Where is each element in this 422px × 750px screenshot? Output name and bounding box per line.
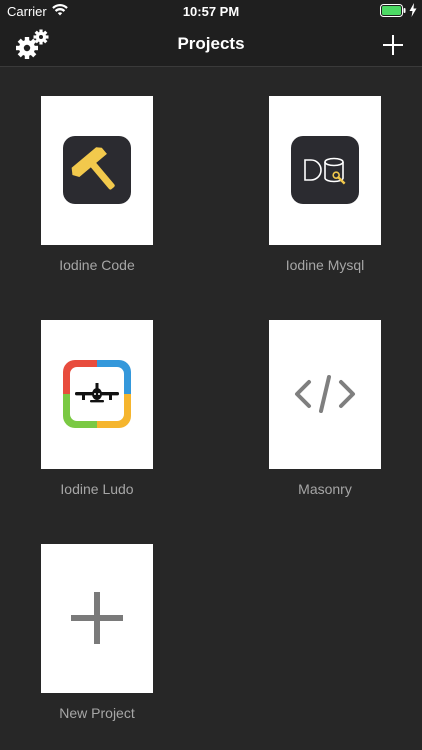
code-brackets-icon: [291, 360, 359, 428]
status-bar: Carrier 10:57 PM: [0, 0, 422, 22]
database-icon: [291, 136, 359, 204]
clock-label: 10:57 PM: [182, 4, 240, 19]
project-thumbnail[interactable]: [41, 96, 153, 245]
hammer-icon: [63, 136, 131, 204]
project-thumbnail[interactable]: [269, 320, 381, 469]
project-label: New Project: [59, 705, 135, 721]
plus-icon: [383, 35, 403, 55]
new-project-card[interactable]: [41, 544, 153, 693]
project-label: Iodine Ludo: [60, 481, 134, 497]
project-thumbnail[interactable]: [41, 320, 153, 469]
navigation-bar: Projects: [0, 22, 422, 67]
projects-screen: Carrier 10:57 PM Projects Iodine Code Io…: [0, 0, 422, 750]
project-tile-iodine-ludo[interactable]: Iodine Ludo: [22, 320, 172, 505]
project-tile-iodine-mysql[interactable]: Iodine Mysql: [250, 96, 400, 281]
project-label: Masonry: [298, 481, 352, 497]
project-tile-masonry[interactable]: Masonry: [250, 320, 400, 505]
battery-icon: [380, 4, 406, 17]
add-project-button[interactable]: [378, 30, 408, 60]
charging-bolt-icon: [409, 3, 417, 17]
page-title: Projects: [177, 34, 245, 53]
plus-icon: [63, 584, 131, 652]
new-project-tile[interactable]: New Project: [22, 544, 172, 729]
project-label: Iodine Code: [59, 257, 135, 273]
project-tile-iodine-code[interactable]: Iodine Code: [22, 96, 172, 281]
project-label: Iodine Mysql: [285, 257, 365, 273]
project-thumbnail[interactable]: [269, 96, 381, 245]
airplane-icon: [63, 360, 131, 428]
